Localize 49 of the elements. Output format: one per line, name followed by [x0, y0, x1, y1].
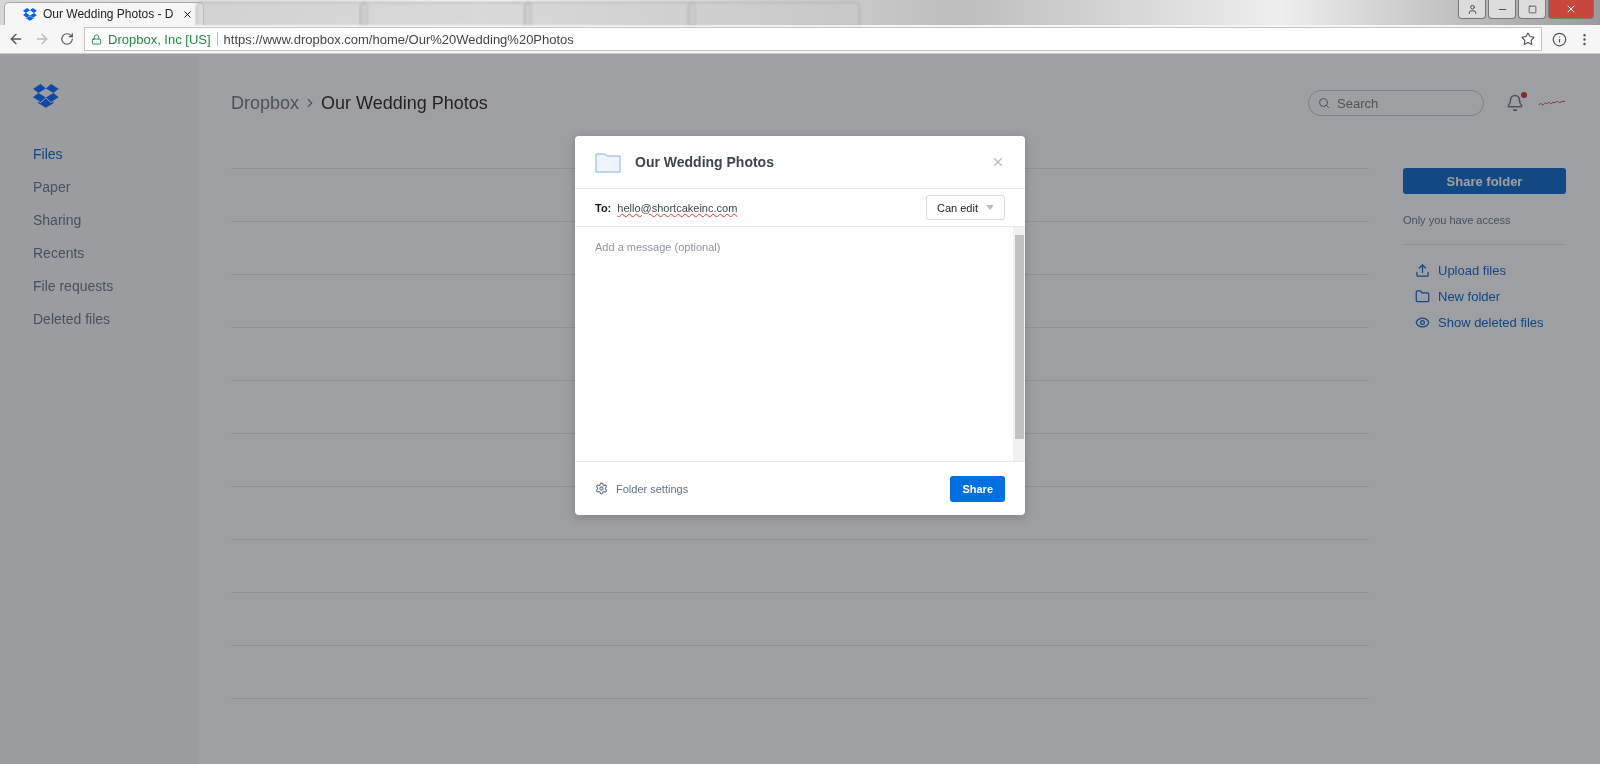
- security-label: Dropbox, Inc [US]: [108, 31, 211, 47]
- action-link[interactable]: Show deleted files: [1403, 309, 1566, 335]
- action-link[interactable]: New folder: [1403, 283, 1566, 309]
- sidebar-item[interactable]: Sharing: [33, 212, 197, 245]
- dialog-title: Our Wedding Photos: [635, 154, 775, 170]
- share-folder-button[interactable]: Share folder: [1403, 168, 1566, 194]
- sidebar-item[interactable]: File requests: [33, 278, 197, 311]
- restore-icon: [1527, 4, 1537, 14]
- share-button[interactable]: Share: [950, 475, 1005, 502]
- permission-dropdown[interactable]: Can edit: [926, 195, 1005, 220]
- reload-icon[interactable]: [60, 32, 74, 46]
- bookmark-star-icon[interactable]: [1521, 32, 1535, 46]
- dropbox-logo-icon: [23, 7, 37, 21]
- profile-button[interactable]: [1458, 0, 1486, 19]
- folder-icon: [1415, 288, 1430, 304]
- search-field[interactable]: Search: [1308, 90, 1484, 116]
- search-icon: [1318, 97, 1330, 109]
- notifications-bell-icon[interactable]: [1506, 94, 1524, 112]
- folder-settings-link[interactable]: Folder settings: [595, 482, 951, 495]
- recipient-field[interactable]: hello@shortcakeinc.com: [617, 201, 920, 214]
- minimize-button[interactable]: [1488, 0, 1516, 19]
- breadcrumb-item[interactable]: Dropbox: [231, 92, 300, 114]
- to-label: To:: [595, 201, 612, 214]
- gear-icon: [595, 482, 608, 495]
- sidebar-item[interactable]: Deleted files: [33, 311, 197, 344]
- access-note: Only you have access: [1403, 214, 1512, 226]
- action-link[interactable]: Upload files: [1403, 257, 1566, 283]
- info-icon[interactable]: [1552, 31, 1567, 47]
- restore-button[interactable]: [1518, 0, 1546, 19]
- scrollbar[interactable]: [1013, 227, 1025, 461]
- back-icon[interactable]: [8, 31, 24, 47]
- avatar-logo-icon[interactable]: [1538, 98, 1566, 108]
- forward-icon[interactable]: [34, 31, 50, 47]
- sidebar-item[interactable]: Recents: [33, 245, 197, 278]
- lock-icon: [91, 33, 102, 45]
- person-icon: [1466, 3, 1478, 15]
- caret-icon: [986, 205, 994, 210]
- browser-tab[interactable]: Our Wedding Photos - D: [4, 2, 204, 25]
- close-icon: [1565, 3, 1577, 15]
- sidebar-item[interactable]: Paper: [33, 179, 197, 212]
- sidebar-item[interactable]: Files: [33, 146, 197, 179]
- folder-icon: [595, 151, 621, 173]
- upload-icon: [1415, 262, 1430, 278]
- url-text: https://www.dropbox.com/home/Our%20Wedding%20Photos: [223, 31, 574, 47]
- dropbox-logo-icon[interactable]: [33, 84, 59, 108]
- close-icon[interactable]: [182, 8, 193, 20]
- eye-icon: [1415, 314, 1430, 330]
- address-bar[interactable]: Dropbox, Inc [US] https://www.dropbox.com/home/Our%20Wedding%20Photos: [84, 27, 1542, 51]
- breadcrumb-item: Our Wedding Photos: [321, 92, 488, 114]
